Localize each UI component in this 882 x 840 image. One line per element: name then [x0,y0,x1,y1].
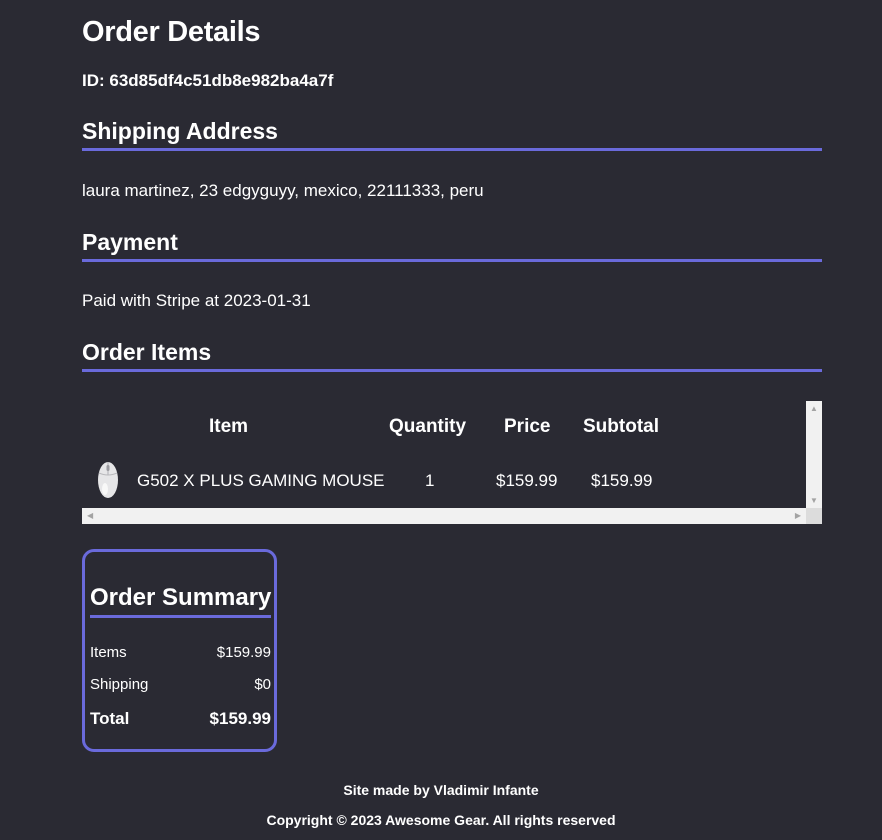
column-header-quantity: Quantity [389,416,467,437]
order-details-page: Order Details ID: 63d85df4c51db8e982ba4a… [0,0,882,840]
scroll-down-icon[interactable]: ▼ [810,496,818,505]
order-summary-card: Order Summary Items $159.99 Shipping $0 … [82,549,277,752]
page-title: Order Details [82,16,261,48]
column-header-price: Price [504,416,551,437]
column-header-subtotal: Subtotal [583,416,659,437]
scroll-up-icon[interactable]: ▲ [810,404,818,413]
summary-total-row: Total $159.99 [90,709,271,729]
order-items-heading: Order Items [82,339,822,372]
payment-heading: Payment [82,229,822,262]
horizontal-scrollbar[interactable]: ◀ ▶ [82,508,822,524]
summary-shipping-label: Shipping [90,676,149,693]
item-name-link[interactable]: G502 X PLUS GAMING MOUSE [137,471,385,491]
order-items-table: Item Quantity Price Subtotal G502 X PLUS… [82,401,822,524]
summary-total-value: $159.99 [209,709,271,728]
summary-shipping-row: Shipping $0 [90,676,271,693]
summary-total-label: Total [90,709,130,728]
scroll-left-icon[interactable]: ◀ [87,511,93,520]
gaming-mouse-image [98,462,118,498]
item-quantity: 1 [425,471,435,490]
order-summary-title: Order Summary [90,584,271,618]
vertical-scrollbar[interactable]: ▲ ▼ [806,401,822,508]
summary-items-value: $159.99 [216,644,271,661]
scroll-right-icon[interactable]: ▶ [795,511,801,520]
summary-items-row: Items $159.99 [90,644,271,661]
footer-copyright: Copyright © 2023 Awesome Gear. All right… [266,812,616,828]
scrollbar-corner [806,508,822,524]
shipping-heading: Shipping Address [82,118,822,151]
column-header-item: Item [209,416,249,437]
payment-status: Paid with Stripe at 2023-01-31 [82,291,311,310]
summary-shipping-value: $0 [254,676,271,693]
shipping-address: laura martinez, 23 edgyguyy, mexico, 221… [82,181,484,200]
footer-credit: Site made by Vladimir Infante [343,782,539,798]
item-price: $159.99 [496,471,558,490]
item-subtotal: $159.99 [591,471,653,490]
order-id: ID: 63d85df4c51db8e982ba4a7f [82,71,334,90]
summary-items-label: Items [90,644,127,661]
